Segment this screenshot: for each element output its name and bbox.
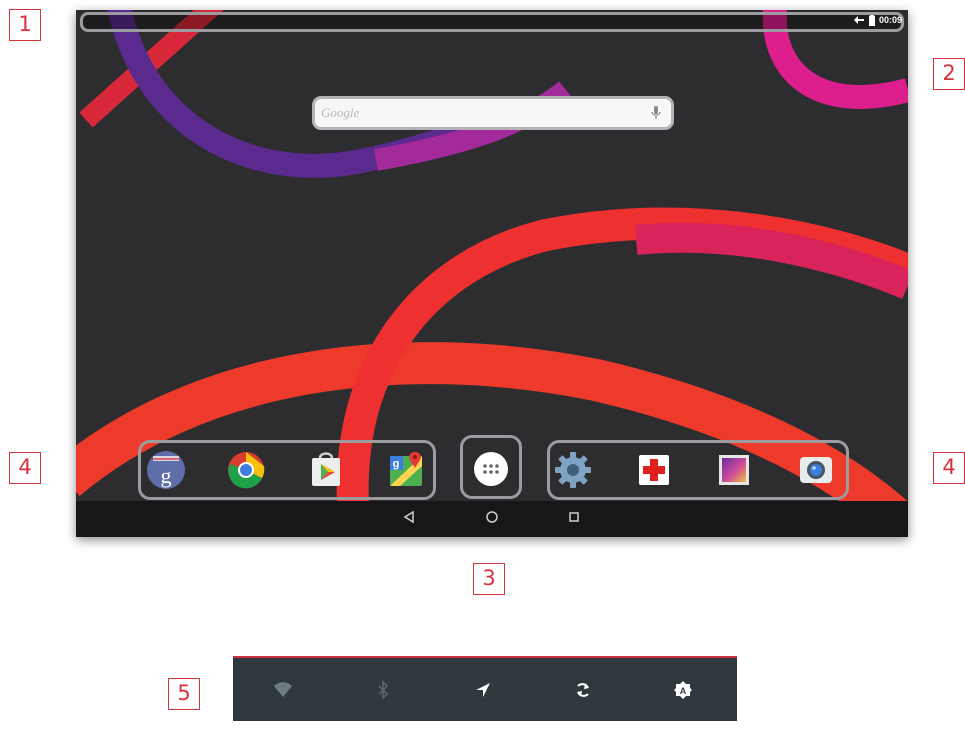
maps-app-icon[interactable]: g [386, 450, 426, 490]
quick-settings-panel: A [233, 656, 737, 721]
qs-tile-bluetooth[interactable] [333, 658, 433, 721]
navigation-bar [76, 501, 908, 537]
battery-icon [868, 14, 875, 26]
back-icon[interactable] [402, 510, 416, 524]
bluetooth-icon [378, 680, 389, 700]
tablet-screen: 00:09 Google g g [76, 10, 908, 537]
google-search-app-icon[interactable]: g [146, 450, 186, 490]
callout-5: 5 [168, 678, 200, 710]
data-sync-icon [853, 16, 864, 24]
brightness-auto-icon: A [674, 681, 692, 699]
search-placeholder: Google [321, 105, 360, 120]
callout-3: 3 [473, 563, 505, 595]
callout-1: 1 [9, 9, 41, 41]
qs-tile-brightness[interactable]: A [633, 658, 733, 721]
auto-rotate-icon [577, 683, 589, 697]
chrome-app-icon[interactable] [226, 450, 266, 490]
svg-text:g: g [393, 458, 400, 470]
callout-4-right: 4 [933, 452, 965, 484]
qs-tile-auto-rotate[interactable] [533, 658, 633, 721]
gallery-app-icon[interactable] [714, 450, 754, 490]
status-bar [80, 12, 904, 32]
camera-app-icon[interactable] [796, 450, 836, 490]
location-icon [476, 683, 490, 697]
app-drawer-icon[interactable] [471, 449, 511, 489]
health-app-icon[interactable] [634, 450, 674, 490]
callout-2: 2 [933, 58, 965, 90]
mic-icon[interactable] [651, 105, 661, 121]
recents-icon[interactable] [567, 510, 581, 524]
status-icons: 00:09 [853, 13, 902, 27]
qs-tile-wifi[interactable] [233, 658, 333, 721]
home-icon[interactable] [485, 510, 499, 524]
google-search-bar[interactable]: Google [312, 96, 674, 130]
callout-4-left: 4 [9, 452, 41, 484]
qs-tile-location[interactable] [433, 658, 533, 721]
wifi-icon [274, 682, 292, 697]
play-store-app-icon[interactable] [306, 450, 346, 490]
svg-text:g: g [161, 463, 172, 488]
svg-text:A: A [680, 686, 687, 696]
status-time: 00:09 [878, 15, 902, 25]
settings-app-icon[interactable] [553, 450, 593, 490]
